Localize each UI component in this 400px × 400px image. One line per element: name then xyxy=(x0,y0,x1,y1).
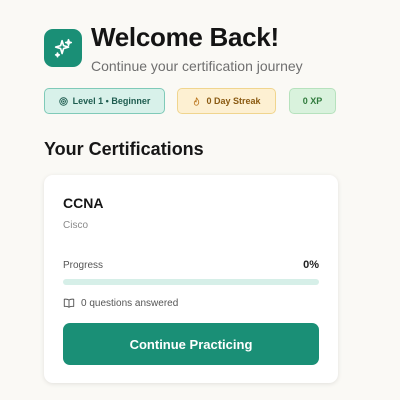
continue-practicing-button[interactable]: Continue Practicing xyxy=(63,323,319,365)
page-subtitle: Continue your certification journey xyxy=(91,58,303,74)
target-icon xyxy=(58,96,68,106)
questions-answered-text: 0 questions answered xyxy=(81,297,179,309)
xp-badge-label: 0 XP xyxy=(302,96,323,106)
level-badge: Level 1 • Beginner xyxy=(44,88,165,114)
certification-name: CCNA xyxy=(63,195,104,211)
sparkles-icon xyxy=(44,29,82,67)
certification-card: CCNA Cisco Progress 0% 0 questions answe… xyxy=(44,175,338,383)
questions-answered: 0 questions answered xyxy=(63,297,178,309)
page-title: Welcome Back! xyxy=(91,22,279,52)
certification-vendor: Cisco xyxy=(63,220,89,231)
progress-value: 0% xyxy=(303,259,319,271)
book-open-icon xyxy=(63,298,75,308)
dashboard-page: Welcome Back! Continue your certificatio… xyxy=(0,0,400,400)
section-title: Your Certifications xyxy=(44,139,204,159)
progress-label: Progress xyxy=(63,260,104,271)
progress-bar xyxy=(63,279,319,285)
streak-badge-label: 0 Day Streak xyxy=(206,96,261,106)
level-badge-label: Level 1 • Beginner xyxy=(72,96,151,106)
streak-badge: 0 Day Streak xyxy=(177,88,276,114)
flame-icon xyxy=(194,96,200,106)
xp-badge: 0 XP xyxy=(289,88,336,114)
